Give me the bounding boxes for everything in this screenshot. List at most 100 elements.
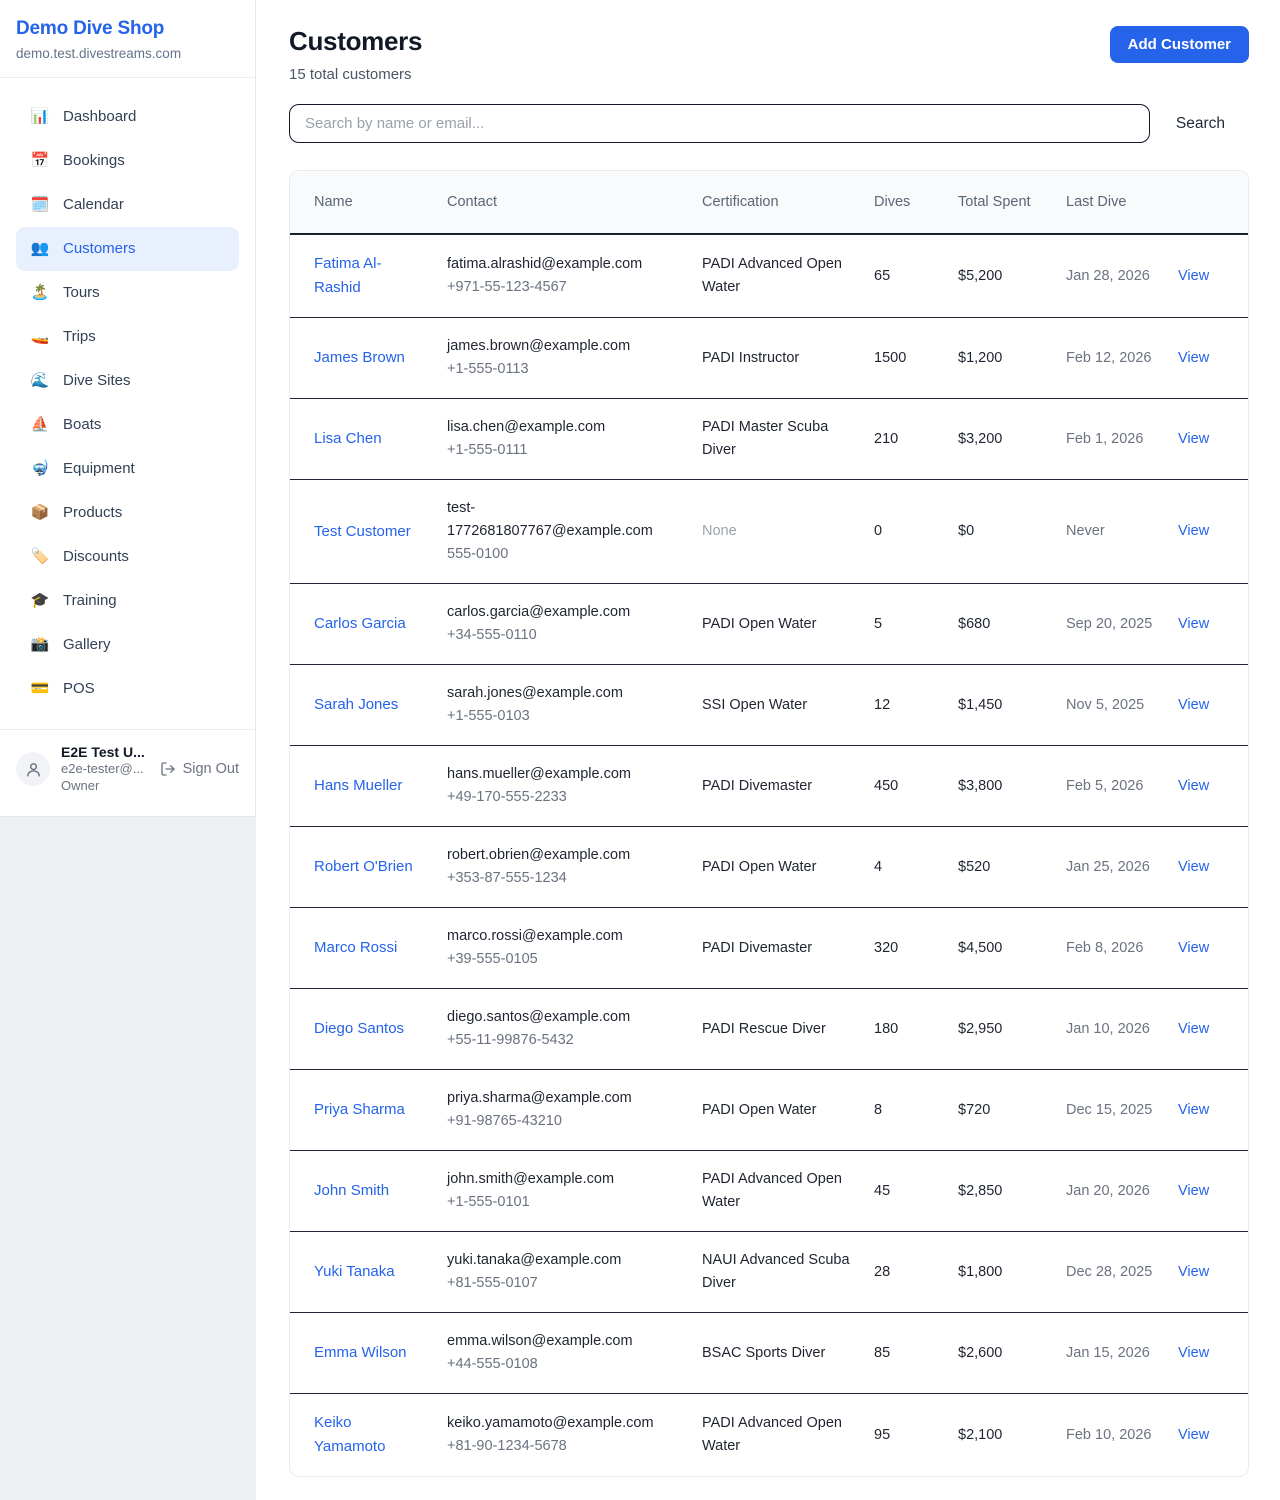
column-header: Certification [690, 171, 862, 234]
title-block: Customers 15 total customers [289, 26, 422, 83]
customer-contact-cell: keiko.yamamoto@example.com +81-90-1234-5… [435, 1394, 690, 1477]
customer-total-spent-cell: $720 [946, 1070, 1054, 1151]
column-header: Dives [862, 171, 946, 234]
sidebar-item-pos[interactable]: 💳 POS [16, 667, 239, 711]
sidebar-item-label: Customers [63, 238, 136, 260]
customer-name-link[interactable]: John Smith [314, 1182, 389, 1199]
customer-dives-cell: 4 [862, 827, 946, 908]
customer-email: robert.obrien@example.com [447, 844, 678, 867]
customer-last-dive-cell: Feb 10, 2026 [1054, 1394, 1166, 1477]
view-link[interactable]: View [1178, 859, 1209, 875]
view-link[interactable]: View [1178, 778, 1209, 794]
customer-name-cell: James Brown [290, 318, 435, 399]
boats-icon: ⛵ [30, 414, 50, 436]
view-link[interactable]: View [1178, 523, 1209, 539]
sidebar-item-tours[interactable]: 🏝️ Tours [16, 271, 239, 315]
customer-email: priya.sharma@example.com [447, 1087, 678, 1110]
sidebar-item-customers[interactable]: 👥 Customers [16, 227, 239, 271]
page: Demo Dive Shop demo.test.divestreams.com… [0, 0, 1280, 1500]
customer-contact-cell: test-1772681807767@example.com 555-0100 [435, 480, 690, 584]
view-link[interactable]: View [1178, 940, 1209, 956]
search-button[interactable]: Search [1150, 115, 1249, 133]
customer-name-link[interactable]: Fatima Al-Rashid [314, 255, 382, 296]
customer-certification-cell: PADI Master Scuba Diver [690, 399, 862, 480]
customer-name-link[interactable]: Hans Mueller [314, 777, 402, 794]
customer-total-spent-cell: $520 [946, 827, 1054, 908]
user-icon [25, 761, 42, 778]
customer-last-dive-cell: Nov 5, 2025 [1054, 665, 1166, 746]
customer-name-link[interactable]: Lisa Chen [314, 430, 382, 447]
view-link[interactable]: View [1178, 616, 1209, 632]
sidebar-item-label: POS [63, 678, 95, 700]
customer-email: john.smith@example.com [447, 1168, 678, 1191]
main-header: Customers 15 total customers Add Custome… [289, 26, 1249, 83]
sidebar-item-discounts[interactable]: 🏷️ Discounts [16, 535, 239, 579]
view-link[interactable]: View [1178, 697, 1209, 713]
sidebar-item-training[interactable]: 🎓 Training [16, 579, 239, 623]
customer-email: lisa.chen@example.com [447, 416, 678, 439]
sidebar-item-equipment[interactable]: 🤿 Equipment [16, 447, 239, 491]
bookings-icon: 📅 [30, 150, 50, 172]
customer-last-dive-cell: Jan 25, 2026 [1054, 827, 1166, 908]
customer-phone: +91-98765-43210 [447, 1110, 678, 1133]
view-link[interactable]: View [1178, 1183, 1209, 1199]
customer-name-link[interactable]: James Brown [314, 349, 405, 366]
customer-contact-cell: emma.wilson@example.com +44-555-0108 [435, 1313, 690, 1394]
sidebar-item-label: Bookings [63, 150, 125, 172]
sign-out-button[interactable]: Sign Out [160, 761, 239, 777]
customer-dives-cell: 1500 [862, 318, 946, 399]
sidebar-item-gallery[interactable]: 📸 Gallery [16, 623, 239, 667]
view-link[interactable]: View [1178, 1102, 1209, 1118]
customer-view-cell: View [1166, 1151, 1248, 1232]
customer-name-link[interactable]: Diego Santos [314, 1020, 404, 1037]
customer-last-dive-cell: Jan 15, 2026 [1054, 1313, 1166, 1394]
view-link[interactable]: View [1178, 1427, 1209, 1443]
customer-contact-cell: robert.obrien@example.com +353-87-555-12… [435, 827, 690, 908]
customer-email: yuki.tanaka@example.com [447, 1249, 678, 1272]
customer-count: 15 total customers [289, 66, 422, 83]
avatar [16, 752, 50, 786]
view-link[interactable]: View [1178, 431, 1209, 447]
customer-dives-cell: 28 [862, 1232, 946, 1313]
customer-phone: +1-555-0103 [447, 705, 678, 728]
view-link[interactable]: View [1178, 1345, 1209, 1361]
customer-email: diego.santos@example.com [447, 1006, 678, 1029]
customer-contact-cell: marco.rossi@example.com +39-555-0105 [435, 908, 690, 989]
view-link[interactable]: View [1178, 268, 1209, 284]
table-row: Emma Wilson emma.wilson@example.com +44-… [290, 1313, 1248, 1394]
add-customer-button[interactable]: Add Customer [1110, 26, 1249, 63]
view-link[interactable]: View [1178, 350, 1209, 366]
customer-name-link[interactable]: Yuki Tanaka [314, 1263, 395, 1280]
sidebar: Demo Dive Shop demo.test.divestreams.com… [0, 0, 256, 817]
sidebar-item-boats[interactable]: ⛵ Boats [16, 403, 239, 447]
view-link[interactable]: View [1178, 1021, 1209, 1037]
customer-certification-cell: PADI Divemaster [690, 746, 862, 827]
search-input[interactable] [289, 104, 1150, 143]
customer-name-link[interactable]: Marco Rossi [314, 939, 397, 956]
sidebar-item-products[interactable]: 📦 Products [16, 491, 239, 535]
sidebar-item-bookings[interactable]: 📅 Bookings [16, 139, 239, 183]
sidebar-item-trips[interactable]: 🚤 Trips [16, 315, 239, 359]
customer-dives-cell: 85 [862, 1313, 946, 1394]
sidebar-item-dashboard[interactable]: 📊 Dashboard [16, 95, 239, 139]
customer-name-cell: John Smith [290, 1151, 435, 1232]
customer-name-link[interactable]: Test Customer [314, 523, 411, 540]
pos-icon: 💳 [30, 678, 50, 700]
customer-name-link[interactable]: Sarah Jones [314, 696, 398, 713]
customer-name-link[interactable]: Keiko Yamamoto [314, 1414, 385, 1455]
customer-email: hans.mueller@example.com [447, 763, 678, 786]
customer-phone: +1-555-0101 [447, 1191, 678, 1214]
customer-name-link[interactable]: Carlos Garcia [314, 615, 406, 632]
customer-total-spent-cell: $4,500 [946, 908, 1054, 989]
customers-table-card: NameContactCertificationDivesTotal Spent… [289, 170, 1249, 1477]
sidebar-item-dive-sites[interactable]: 🌊 Dive Sites [16, 359, 239, 403]
customer-dives-cell: 5 [862, 584, 946, 665]
view-link[interactable]: View [1178, 1264, 1209, 1280]
customer-name-link[interactable]: Priya Sharma [314, 1101, 405, 1118]
customer-name-cell: Fatima Al-Rashid [290, 234, 435, 318]
sidebar-item-calendar[interactable]: 🗓️ Calendar [16, 183, 239, 227]
customer-dives-cell: 8 [862, 1070, 946, 1151]
customer-name-link[interactable]: Emma Wilson [314, 1344, 407, 1361]
customer-name-link[interactable]: Robert O'Brien [314, 858, 413, 875]
customer-phone: +81-90-1234-5678 [447, 1435, 678, 1458]
